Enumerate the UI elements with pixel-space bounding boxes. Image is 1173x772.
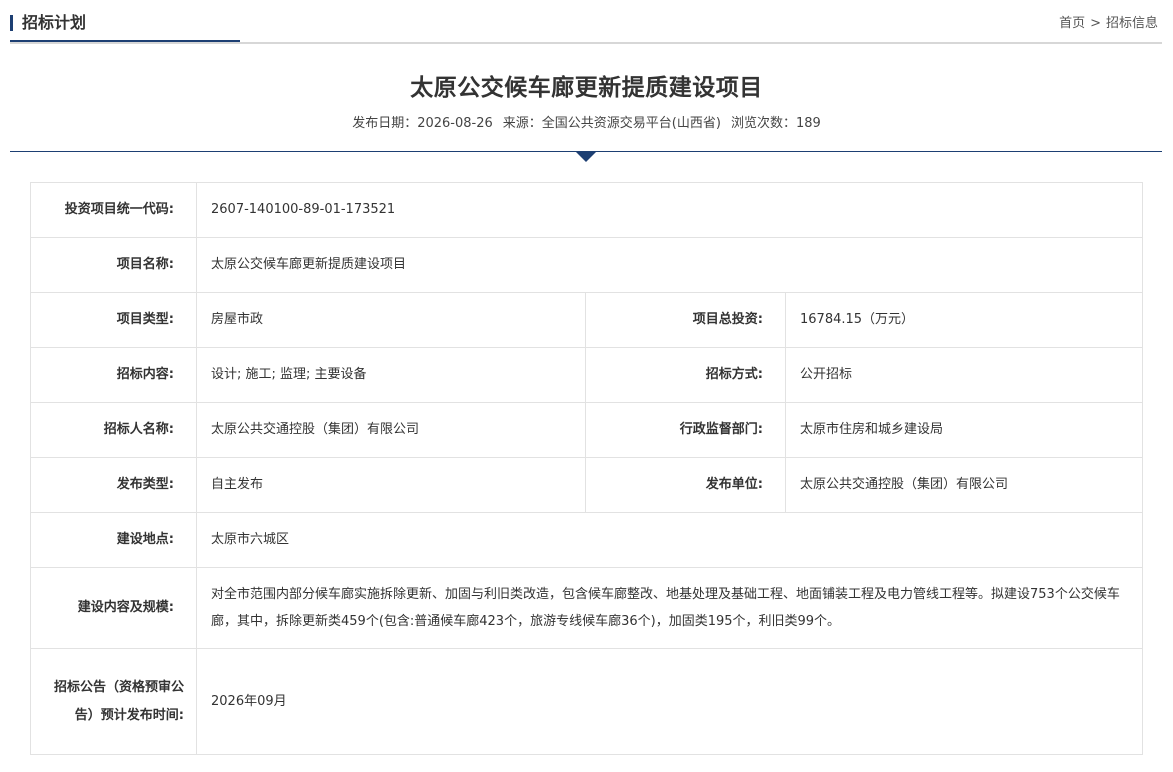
tender-method-label: 招标方式: <box>585 347 786 403</box>
scope-label: 建设内容及规模: <box>30 567 197 649</box>
tender-content-label: 招标内容: <box>30 347 197 403</box>
page-title: 太原公交候车廊更新提质建设项目 <box>410 75 763 101</box>
total-investment-value: 16784.15（万元） <box>785 292 1143 348</box>
table-row: 建设地点: 太原市六城区 <box>30 512 1143 568</box>
scope-value: 对全市范围内部分候车廊实施拆除更新、加固与利旧类改造，包含候车廊整改、地基处理及… <box>196 567 1143 649</box>
publisher-label: 发布单位: <box>585 457 786 513</box>
notice-time-value: 2026年09月 <box>196 648 1143 755</box>
table-row: 项目类型: 房屋市政 项目总投资: 16784.15（万元） <box>30 292 1143 348</box>
table-row: 建设内容及规模: 对全市范围内部分候车廊实施拆除更新、加固与利旧类改造，包含候车… <box>30 567 1143 649</box>
tender-method-value: 公开招标 <box>785 347 1143 403</box>
publish-date-label: 发布日期： <box>352 116 418 131</box>
project-details-table: 投资项目统一代码: 2607-140100-89-01-173521 项目名称:… <box>30 182 1143 755</box>
supervisor-value: 太原市住房和城乡建设局 <box>785 402 1143 458</box>
name-value: 太原公交候车廊更新提质建设项目 <box>196 237 1143 293</box>
tenderer-label: 招标人名称: <box>30 402 197 458</box>
section-header: 招标计划 首页 > 招标信息 <box>10 0 1162 44</box>
tenderer-value: 太原公共交通控股（集团）有限公司 <box>196 402 586 458</box>
source-label: 来源： <box>502 116 542 131</box>
notice-time-label: 招标公告（资格预审公告）预计发布时间: <box>30 648 197 755</box>
type-value: 房屋市政 <box>196 292 586 348</box>
article-meta: 发布日期：2026-08-26 来源：全国公共资源交易平台(山西省) 浏览次数：18… <box>0 115 1173 133</box>
supervisor-label: 行政监督部门: <box>585 402 786 458</box>
table-row: 招标公告（资格预审公告）预计发布时间: 2026年09月 <box>30 648 1143 755</box>
source: 全国公共资源交易平台(山西省) <box>541 116 721 131</box>
tender-content-value: 设计; 施工; 监理; 主要设备 <box>196 347 586 403</box>
code-value: 2607-140100-89-01-173521 <box>196 182 1143 238</box>
location-label: 建设地点: <box>30 512 197 568</box>
table-row: 发布类型: 自主发布 发布单位: 太原公共交通控股（集团）有限公司 <box>30 457 1143 513</box>
table-row: 招标人名称: 太原公共交通控股（集团）有限公司 行政监督部门: 太原市住房和城乡… <box>30 402 1143 458</box>
table-row: 招标内容: 设计; 施工; 监理; 主要设备 招标方式: 公开招标 <box>30 347 1143 403</box>
table-row: 投资项目统一代码: 2607-140100-89-01-173521 <box>30 182 1143 238</box>
name-label: 项目名称: <box>30 237 197 293</box>
code-label: 投资项目统一代码: <box>30 182 197 238</box>
publish-type-label: 发布类型: <box>30 457 197 513</box>
breadcrumb-separator: > <box>1090 16 1101 31</box>
publish-date: 2026-08-26 <box>417 116 493 131</box>
table-row: 项目名称: 太原公交候车廊更新提质建设项目 <box>30 237 1143 293</box>
section-marker <box>10 15 13 31</box>
breadcrumb-home-link[interactable]: 首页 <box>1059 14 1085 34</box>
views-label: 浏览次数： <box>730 116 796 131</box>
location-value: 太原市六城区 <box>196 512 1143 568</box>
views-count: 189 <box>795 116 821 131</box>
section-title: 招标计划 <box>22 13 87 32</box>
type-label: 项目类型: <box>30 292 197 348</box>
section-tab-underline <box>10 40 240 42</box>
publish-type-value: 自主发布 <box>196 457 586 513</box>
publisher-value: 太原公共交通控股（集团）有限公司 <box>785 457 1143 513</box>
breadcrumb: 首页 > 招标信息 <box>1059 14 1158 34</box>
breadcrumb-current-link[interactable]: 招标信息 <box>1106 14 1158 34</box>
total-investment-label: 项目总投资: <box>585 292 786 348</box>
divider-arrow-icon <box>576 152 596 162</box>
